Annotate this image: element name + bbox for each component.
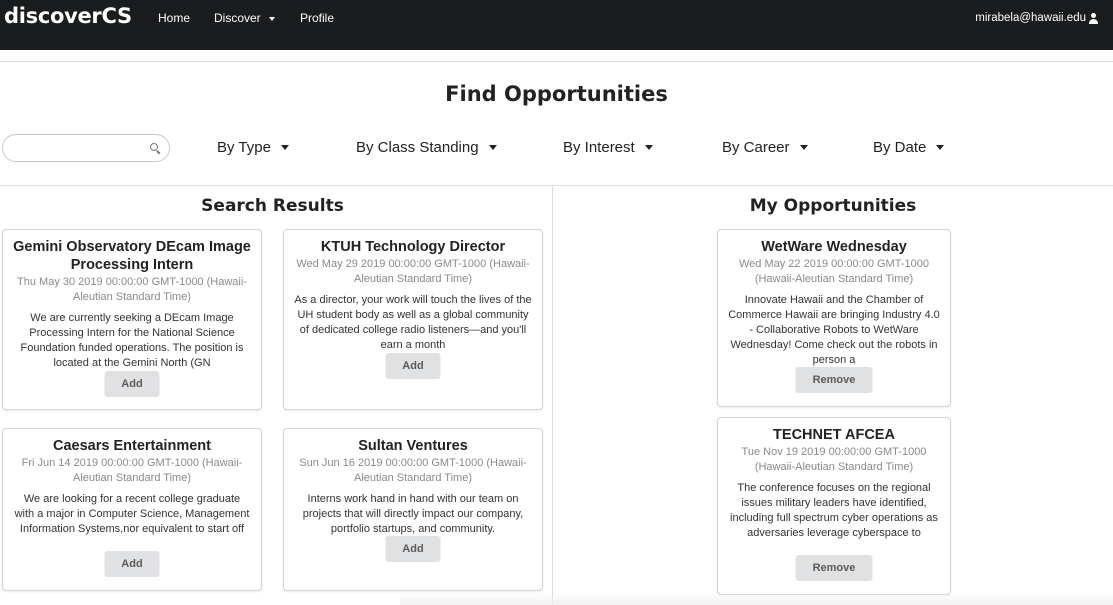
user-icon [1088,12,1099,24]
remove-button[interactable]: Remove [795,367,873,393]
chevron-down-icon [268,16,275,21]
card-description: Innovate Hawaii and the Chamber of Comme… [728,294,940,366]
filter-by-type[interactable]: By Type [217,139,289,156]
navbar: discoverCS Home Discover Profile mirabel… [0,0,1113,50]
brand-logo[interactable]: discoverCS [4,4,132,28]
filter-by-career[interactable]: By Career [722,139,808,156]
chevron-down-icon [799,144,808,150]
nav-discover-label: Discover [214,11,261,25]
chevron-down-icon [644,144,653,150]
card-description: We are looking for a recent college grad… [14,493,250,535]
user-email: mirabela@hawaii.edu [975,12,1086,24]
card-date: Wed May 29 2019 00:00:00 GMT-1000 (Hawai… [296,258,530,285]
my-opportunities-title: My Opportunities [749,196,917,216]
divider [0,61,1113,62]
add-button[interactable]: Add [385,536,441,562]
divider [0,185,1113,186]
search-input[interactable] [13,140,143,156]
card-description: As a director, your work will touch the … [294,294,532,351]
card-title[interactable]: Caesars Entertainment [13,437,251,455]
card-date: Fri Jun 14 2019 00:00:00 GMT-1000 (Hawai… [21,457,243,484]
card-date: Tue Nov 19 2019 00:00:00 GMT-1000 (Hawai… [741,446,927,473]
card-title[interactable]: Sultan Ventures [294,437,532,455]
user-menu[interactable]: mirabela@hawaii.edu [975,12,1099,24]
card-description: We are currently seeking a DEcam Image P… [20,312,244,369]
card-title[interactable]: WetWare Wednesday [728,238,940,256]
filter-by-interest-label: By Interest [563,139,635,156]
filter-by-date-label: By Date [873,139,927,156]
card-title[interactable]: Gemini Observatory DEcam Image Processin… [13,238,251,274]
filter-by-class-standing[interactable]: By Class Standing [356,139,497,156]
filter-by-interest[interactable]: By Interest [563,139,653,156]
card-description: Interns work hand in hand with our team … [302,493,524,535]
scroll-fade [400,592,1113,605]
page-title: Find Opportunities [445,82,668,106]
card-title[interactable]: TECHNET AFCEA [728,426,940,444]
add-button[interactable]: Add [104,371,160,397]
filter-by-career-label: By Career [722,139,790,156]
filter-by-class-standing-label: By Class Standing [356,139,479,156]
opportunity-card: KTUH Technology Director Wed May 29 2019… [283,229,543,410]
my-opportunity-card: TECHNET AFCEA Tue Nov 19 2019 00:00:00 G… [717,417,951,595]
nav-discover-dropdown[interactable]: Discover [214,11,275,25]
nav-home-link[interactable]: Home [158,11,190,25]
opportunity-card: Caesars Entertainment Fri Jun 14 2019 00… [2,428,262,591]
chevron-down-icon [488,144,497,150]
add-button[interactable]: Add [385,353,441,379]
opportunity-card: Gemini Observatory DEcam Image Processin… [2,229,262,410]
card-date: Sun Jun 16 2019 00:00:00 GMT-1000 (Hawai… [299,457,527,484]
card-description: The conference focuses on the regional i… [730,482,938,539]
remove-button[interactable]: Remove [795,555,873,581]
nav-profile-link[interactable]: Profile [300,11,334,25]
my-opportunity-card: WetWare Wednesday Wed May 22 2019 00:00:… [717,229,951,407]
filter-by-date[interactable]: By Date [873,139,945,156]
search-box[interactable] [2,134,170,162]
add-button[interactable]: Add [104,551,160,577]
card-date: Wed May 22 2019 00:00:00 GMT-1000 (Hawai… [739,258,929,285]
search-results-title: Search Results [201,196,344,216]
chevron-down-icon [280,144,289,150]
card-title[interactable]: KTUH Technology Director [294,238,532,256]
search-icon[interactable] [150,143,161,155]
chevron-down-icon [936,144,945,150]
opportunity-card: Sultan Ventures Sun Jun 16 2019 00:00:00… [283,428,543,591]
card-date: Thu May 30 2019 00:00:00 GMT-1000 (Hawai… [17,276,247,303]
filter-by-type-label: By Type [217,139,271,156]
column-divider [552,186,553,605]
